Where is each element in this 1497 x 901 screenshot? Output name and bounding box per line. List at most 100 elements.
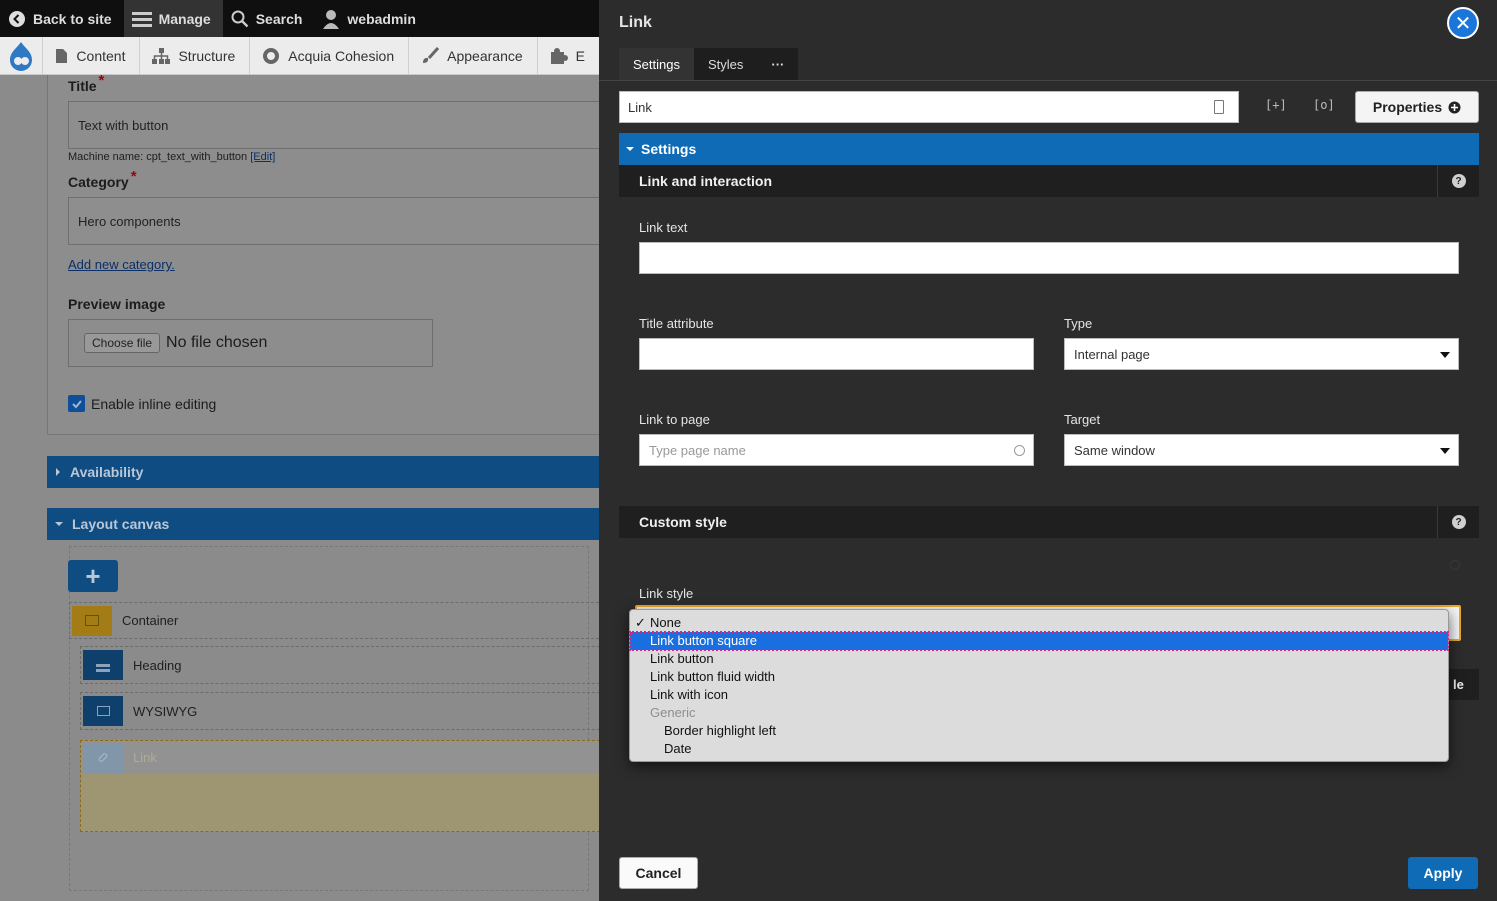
help-icon: ? [1451,515,1466,529]
title-label: Title * [68,75,105,95]
category-label: Category * [68,168,137,190]
dropdown-caret-icon [1440,448,1450,454]
section-custom-style-title: Custom style [639,514,727,530]
search-tab[interactable]: Search [223,0,315,37]
title-attribute-input[interactable] [639,338,1034,370]
apply-button[interactable]: Apply [1408,857,1478,889]
link-style-dropdown-list: ✓ None Link button square Link button Lin… [629,609,1449,762]
faint-circle-icon [1450,560,1460,570]
component-container[interactable]: Container [69,602,600,639]
document-icon [56,48,68,63]
option-link-button-square[interactable]: Link button square [629,631,1449,651]
type-label: Type [1064,316,1093,331]
component-wysiwyg[interactable]: WYSIWYG [80,692,600,730]
brush-icon [423,46,440,63]
layout-canvas-label: Layout canvas [72,516,170,532]
checkmark-icon [71,399,82,408]
structure-icon [152,47,171,64]
search-label: Search [255,10,303,27]
option-border-highlight-left[interactable]: Border highlight left [630,722,1448,740]
menu-acquia-cohesion-label: Acquia Cohesion [288,47,395,64]
machine-name: Machine name: cpt_text_with_button [Edit… [68,151,276,163]
cancel-button[interactable]: Cancel [619,857,698,889]
token-icon[interactable] [1214,100,1224,114]
section-link-interaction-title: Link and interaction [639,173,773,189]
component-heading-label: Heading [133,657,182,673]
back-to-site-link[interactable]: Back to site [0,0,124,37]
file-upload: Choose file No file chosen [68,319,433,367]
loading-circle-icon [1014,445,1025,456]
menu-structure[interactable]: Structure [140,37,251,74]
availability-bar[interactable]: Availability [47,456,600,488]
modal-tabs: Settings Styles ··· [619,48,799,80]
hamburger-icon [131,11,152,27]
manage-tab[interactable]: Manage [123,0,223,37]
required-marker: * [98,75,105,89]
link-settings-modal: Link ✕ Settings Styles ··· Link [+] [o] … [599,0,1497,901]
tab-more[interactable]: ··· [757,48,799,80]
inline-editing-row: Enable inline editing [68,395,216,412]
user-label: webadmin [347,10,416,27]
back-to-site-label: Back to site [33,10,112,27]
layout-canvas-bar[interactable]: Layout canvas [47,508,600,540]
type-select[interactable]: Internal page [1064,338,1459,370]
link-text-label: Link text [639,220,688,235]
close-button[interactable]: ✕ [1447,7,1479,39]
option-date[interactable]: Date [630,740,1448,758]
tab-styles[interactable]: Styles [693,48,758,80]
component-wysiwyg-label: WYSIWYG [133,703,198,719]
target-select[interactable]: Same window [1064,434,1459,466]
title-input[interactable]: Text with button [68,101,600,149]
inline-editing-checkbox[interactable] [68,395,85,412]
settings-accordion-bar[interactable]: Settings [619,133,1479,165]
admin-menu-bar: Content Structure Acquia Cohesion Appear… [0,37,600,75]
chevron-down-icon [626,147,634,151]
drupal-drop-icon [10,41,33,71]
container-icon [72,605,112,636]
component-heading[interactable]: Heading [80,646,600,684]
section-custom-style: Custom style ? [619,506,1479,538]
link-text-input[interactable] [639,242,1459,274]
admin-toolbar: Back to site Manage Search webadmin [0,0,600,37]
add-component-button[interactable]: + [68,560,118,592]
option-link-button[interactable]: Link button [630,650,1448,668]
option-none[interactable]: ✓ None [630,614,1448,632]
element-name-input[interactable]: Link [619,91,1239,123]
help-button[interactable]: ? [1437,165,1479,197]
back-arrow-icon [9,10,25,27]
choose-file-button[interactable]: Choose file [84,333,161,353]
menu-acquia-cohesion[interactable]: Acquia Cohesion [250,37,410,74]
user-icon [323,9,340,29]
menu-extend[interactable]: E [538,37,600,74]
expand-button[interactable]: [+] [1265,98,1287,112]
tab-settings[interactable]: Settings [619,48,694,80]
user-tab[interactable]: webadmin [314,0,427,37]
menu-content[interactable]: Content [43,37,141,74]
component-link-new[interactable]: Link [80,740,600,832]
optgroup-generic: Generic [650,705,696,720]
link-chain-icon [83,742,123,773]
link-to-page-input[interactable]: Type page name [639,434,1034,466]
properties-button[interactable]: Properties [1355,91,1479,123]
menu-appearance[interactable]: Appearance [409,37,538,74]
element-name-value: Link [628,99,652,115]
no-file-text: No file chosen [166,334,268,351]
chevron-right-icon [56,468,60,476]
option-link-with-icon[interactable]: Link with icon [630,686,1448,704]
properties-label: Properties [1372,99,1443,115]
settings-bar-label: Settings [641,141,697,157]
menu-content-label: Content [76,47,126,64]
required-marker: * [130,168,137,185]
option-link-button-fluid-width[interactable]: Link button fluid width [630,668,1448,686]
link-style-label: Link style [639,586,694,601]
chevron-down-icon [55,522,63,526]
drupal-logo[interactable] [0,37,44,74]
modal-title: Link [619,14,652,31]
help-button[interactable]: ? [1437,506,1479,538]
inline-editing-label: Enable inline editing [91,395,217,412]
edit-machine-name-link[interactable]: [Edit] [250,151,275,163]
category-select[interactable]: Hero components [68,197,600,245]
variable-button[interactable]: [o] [1313,98,1335,112]
add-new-category-link[interactable]: Add new category. [68,257,175,272]
wysiwyg-icon [83,696,123,726]
